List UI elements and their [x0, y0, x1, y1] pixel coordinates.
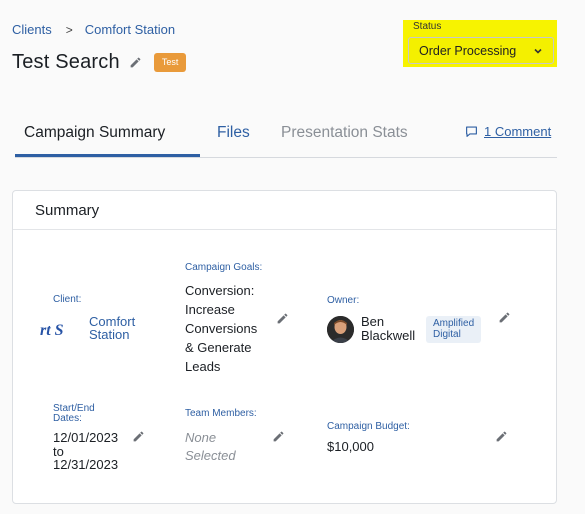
- active-tab-indicator: [15, 154, 200, 157]
- owner-company-tag: Amplified Digital: [426, 316, 482, 343]
- tab-bar: Campaign Summary Files Presentation Stat…: [15, 118, 557, 158]
- comment-icon: [466, 126, 477, 137]
- test-badge: Test: [153, 53, 187, 72]
- dates-value: 12/01/2023 to 12/31/2023: [53, 431, 118, 472]
- budget-label: Campaign Budget:: [327, 421, 410, 432]
- status-select[interactable]: Order Processing: [408, 37, 554, 64]
- budget-value: $10,000: [327, 439, 374, 454]
- edit-team-pencil-icon[interactable]: [272, 430, 285, 443]
- client-name: Comfort Station: [89, 314, 136, 342]
- campaign-goals-line: Leads: [185, 359, 221, 374]
- company-line: Digital: [433, 329, 461, 340]
- dates-label-line: Dates:: [53, 413, 82, 424]
- owner-first-name: Ben: [361, 314, 385, 329]
- avatar: [327, 316, 354, 343]
- comments-link[interactable]: 1 Comment: [465, 124, 551, 139]
- status-value: Order Processing: [419, 43, 517, 58]
- breadcrumb-clients-link[interactable]: Clients: [12, 22, 52, 37]
- breadcrumb: Clients > Comfort Station: [12, 22, 175, 37]
- page-title: Test Search: [12, 51, 120, 73]
- team-members-value: None Selected: [185, 429, 236, 465]
- breadcrumb-client-link[interactable]: Comfort Station: [85, 22, 175, 37]
- status-label: Status: [413, 21, 442, 32]
- chevron-down-icon: [533, 45, 543, 55]
- client-logo: rt S: [40, 322, 64, 339]
- campaign-goals-value: Conversion: Increase Conversions & Gener…: [185, 281, 257, 376]
- campaign-goals-line: & Generate: [185, 340, 252, 355]
- tab-campaign-summary[interactable]: Campaign Summary: [24, 124, 165, 142]
- tab-presentation-stats[interactable]: Presentation Stats: [281, 124, 408, 142]
- client-label: Client:: [53, 294, 82, 305]
- pencil-icon[interactable]: [129, 56, 142, 69]
- team-members-line: Selected: [185, 448, 236, 463]
- owner-name: Ben Blackwell: [361, 315, 415, 343]
- campaign-goals-line: Conversion:: [185, 283, 255, 298]
- edit-budget-pencil-icon[interactable]: [495, 430, 508, 443]
- company-line: Amplified: [433, 318, 475, 329]
- end-date: 12/31/2023: [53, 457, 119, 472]
- edit-dates-pencil-icon[interactable]: [132, 430, 145, 443]
- title-row: Test Search Test: [12, 51, 187, 74]
- comments-label: 1 Comment: [484, 124, 552, 139]
- team-members-label: Team Members:: [185, 408, 257, 419]
- owner-last-name: Blackwell: [361, 328, 416, 343]
- edit-goals-pencil-icon[interactable]: [276, 312, 289, 325]
- tab-files[interactable]: Files: [217, 124, 250, 142]
- owner-label: Owner:: [327, 295, 360, 306]
- campaign-goals-line: Conversions: [185, 321, 258, 336]
- status-field: Status Order Processing: [403, 20, 557, 67]
- team-members-line: None: [185, 430, 217, 445]
- dates-separator: to: [53, 443, 64, 459]
- start-date: 12/01/2023: [53, 430, 119, 445]
- breadcrumb-separator: >: [65, 22, 73, 37]
- summary-card-title: Summary: [13, 191, 556, 230]
- client-link[interactable]: Comfort Station: [89, 315, 149, 341]
- dates-label: Start/End Dates:: [53, 404, 95, 424]
- edit-owner-pencil-icon[interactable]: [498, 311, 511, 324]
- campaign-goals-line: Increase: [185, 302, 235, 317]
- campaign-goals-label: Campaign Goals:: [185, 262, 263, 273]
